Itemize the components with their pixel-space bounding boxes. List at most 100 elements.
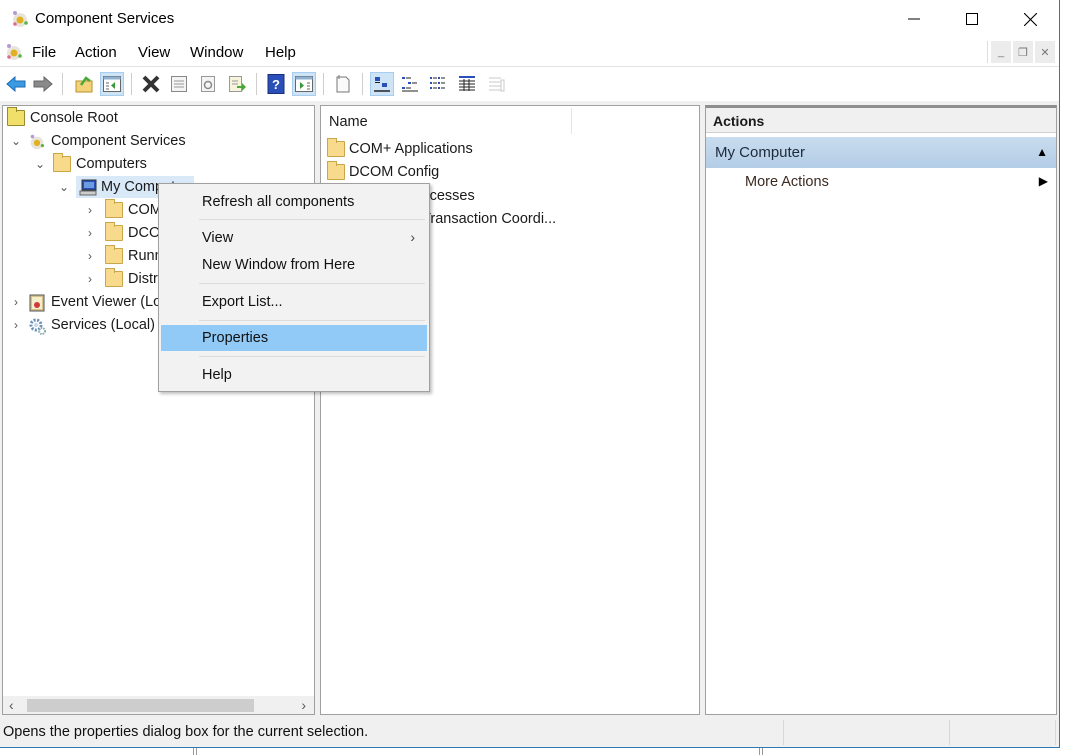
forward-button[interactable] — [31, 72, 55, 96]
mdi-minimize-button[interactable]: _ — [991, 41, 1011, 63]
component-services-icon — [28, 133, 46, 150]
menu-item-label: Refresh all components — [202, 194, 355, 210]
toolbar-separator — [362, 73, 363, 95]
horizontal-scrollbar[interactable]: ‹ › — [3, 696, 314, 714]
tree-item-console-root[interactable]: Console Root — [7, 107, 118, 129]
tree-item-computers[interactable]: ⌄ Computers — [33, 153, 147, 175]
disabled-view-button[interactable] — [484, 72, 508, 96]
list-view-button[interactable] — [426, 72, 450, 96]
minimize-button[interactable] — [885, 0, 943, 38]
menu-item-properties[interactable]: Properties — [161, 325, 427, 351]
expand-collapse-icon[interactable]: › — [83, 226, 97, 240]
show-hide-action-pane-button[interactable] — [292, 72, 316, 96]
show-hide-action-pane-icon — [295, 76, 313, 92]
actions-group-my-computer[interactable]: My Computer ▲ — [706, 137, 1056, 168]
folder-icon — [327, 138, 345, 157]
window-title: Component Services — [35, 10, 175, 27]
expand-collapse-icon[interactable]: › — [9, 318, 23, 332]
collapse-triangle-icon[interactable]: ▲ — [1036, 145, 1048, 159]
expand-collapse-icon[interactable]: › — [83, 203, 97, 217]
refresh-button[interactable] — [196, 72, 220, 96]
action-more-actions[interactable]: More Actions ▶ — [706, 170, 1056, 194]
toolbar: ? — [0, 66, 1059, 101]
show-hide-console-tree-button[interactable] — [100, 72, 124, 96]
expand-collapse-icon[interactable]: › — [9, 295, 23, 309]
tree-item-label: Console Root — [30, 110, 118, 126]
menu-item-label: Export List... — [202, 294, 283, 310]
menu-item-new-window-from-here[interactable]: New Window from Here — [161, 252, 427, 278]
maximize-button[interactable] — [943, 0, 1001, 38]
properties-icon — [171, 76, 187, 92]
folder-icon — [53, 153, 71, 172]
expand-collapse-icon[interactable]: ⌄ — [33, 157, 47, 171]
list-item[interactable]: COM+ Applications — [327, 138, 473, 160]
tree-item-services-local[interactable]: › Services (Local) — [9, 314, 155, 336]
menu-item-view[interactable]: View › — [161, 225, 427, 251]
folder-icon — [105, 245, 123, 264]
large-icons-view-button[interactable] — [370, 72, 394, 96]
list-item-label: COM+ Applications — [349, 141, 473, 157]
action-label: More Actions — [745, 174, 829, 190]
close-button[interactable] — [1001, 0, 1059, 38]
menu-action[interactable]: Action — [75, 44, 117, 61]
menu-window[interactable]: Window — [190, 44, 243, 61]
services-gear-icon — [28, 317, 46, 335]
new-object-button[interactable] — [331, 72, 355, 96]
menu-item-export-list[interactable]: Export List... — [161, 289, 427, 315]
actions-header: Actions — [706, 108, 1056, 133]
folder-icon — [327, 161, 345, 180]
menu-item-label: Help — [202, 367, 232, 383]
detail-view-button[interactable] — [455, 72, 479, 96]
scroll-left-icon[interactable]: ‹ — [9, 697, 14, 713]
actions-pane: Actions My Computer ▲ More Actions ▶ — [705, 105, 1057, 715]
new-object-icon — [336, 75, 350, 93]
detail-view-icon — [459, 76, 475, 91]
menu-view[interactable]: View — [138, 44, 170, 61]
background-window-edge — [193, 748, 197, 755]
background-window-edge — [759, 748, 763, 755]
up-one-level-button[interactable] — [72, 72, 96, 96]
folder-icon — [105, 222, 123, 241]
system-menu-icon[interactable] — [4, 42, 24, 62]
list-view-icon — [430, 77, 445, 89]
toolbar-separator — [131, 73, 132, 95]
mdi-restore-button[interactable]: ❐ — [1013, 41, 1033, 63]
small-icons-view-icon — [402, 77, 418, 92]
back-arrow-icon — [6, 76, 26, 92]
list-item[interactable]: DCOM Config — [327, 161, 439, 183]
expand-collapse-icon[interactable]: ⌄ — [57, 180, 71, 194]
menu-item-help[interactable]: Help — [161, 362, 427, 388]
refresh-icon — [201, 76, 215, 92]
event-viewer-icon — [28, 294, 46, 312]
export-list-button[interactable] — [225, 72, 249, 96]
expand-collapse-icon[interactable]: › — [83, 249, 97, 263]
back-button[interactable] — [4, 72, 28, 96]
list-item-label: DCOM Config — [349, 164, 440, 180]
small-icons-view-button[interactable] — [398, 72, 422, 96]
help-button[interactable]: ? — [264, 72, 288, 96]
properties-button[interactable] — [167, 72, 191, 96]
expand-collapse-icon[interactable]: › — [83, 272, 97, 286]
mdi-close-button[interactable]: ✕ — [1035, 41, 1055, 63]
scroll-right-icon[interactable]: › — [301, 697, 306, 713]
column-header-name[interactable]: Name — [329, 114, 368, 130]
folder-icon — [105, 268, 123, 287]
menu-help[interactable]: Help — [265, 44, 296, 61]
delete-icon — [142, 75, 160, 93]
folder-icon — [105, 199, 123, 218]
tree-item-component-services[interactable]: ⌄ Component Services — [9, 130, 186, 152]
export-list-icon — [229, 76, 246, 92]
menu-item-refresh-all-components[interactable]: Refresh all components — [161, 189, 427, 215]
column-divider[interactable] — [571, 108, 572, 134]
svg-text:?: ? — [272, 77, 280, 92]
delete-button[interactable] — [139, 72, 163, 96]
expand-collapse-icon[interactable]: ⌄ — [9, 134, 23, 148]
menu-file[interactable]: File — [32, 44, 56, 61]
list-header: Name — [321, 106, 699, 136]
computer-icon — [78, 179, 97, 196]
up-one-level-icon — [75, 76, 93, 93]
scrollbar-thumb[interactable] — [27, 699, 254, 712]
menu-separator — [199, 356, 425, 357]
title-bar: Component Services — [0, 0, 1059, 38]
context-menu: Refresh all components View › New Window… — [158, 183, 430, 392]
